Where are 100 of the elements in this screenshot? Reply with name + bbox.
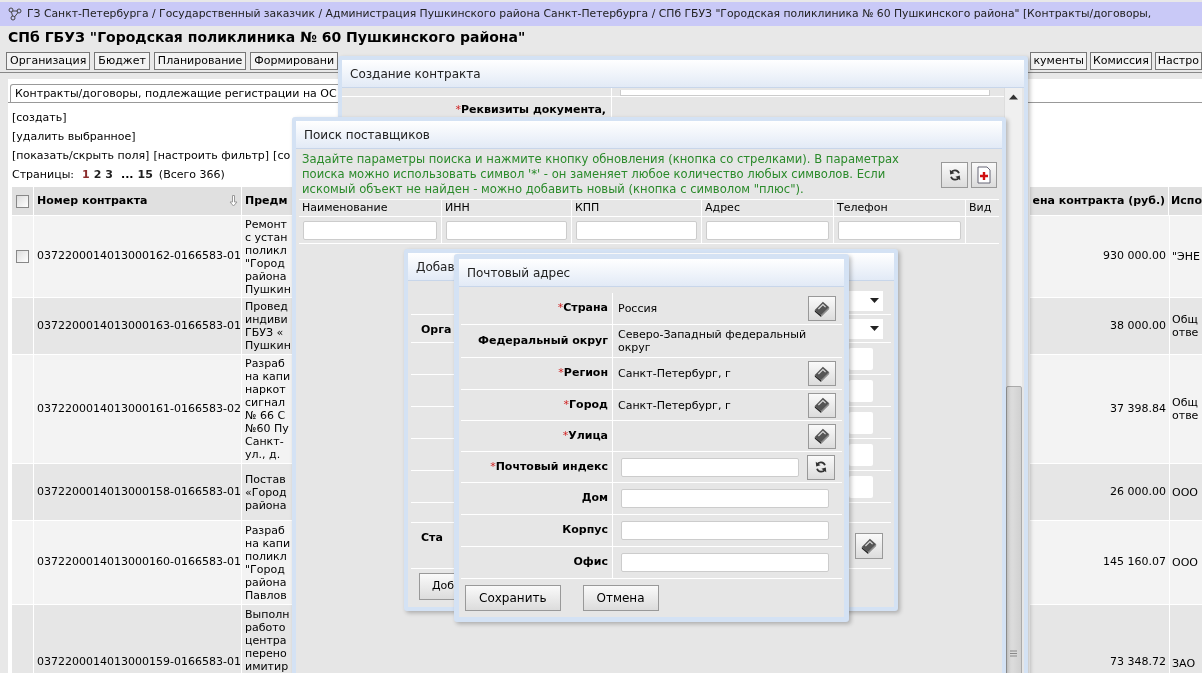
organization-title: СПб ГБУЗ "Городская поликлиника № 60 Пушкинского района" — [8, 27, 526, 47]
input-field[interactable] — [849, 347, 873, 370]
dialog-button[interactable]: Отмена — [582, 585, 659, 611]
input-field[interactable] — [621, 521, 829, 540]
table-cell-text: 38 000.00 — [1110, 317, 1166, 334]
table-cell: Пушкин — [245, 282, 292, 296]
nav-tab[interactable]: Бюджет — [94, 52, 150, 70]
page-link[interactable]: 3 — [105, 165, 113, 184]
table-cell-text: № 66 С — [245, 409, 287, 422]
column-header[interactable]: ена контракта (руб.) — [1032, 192, 1166, 210]
input-field[interactable] — [849, 475, 873, 498]
hint-text: Задайте параметры поиска и нажмите кнопку обновления (кнопка со стрелками). В параметрах поиска можно использовать символ '*' - он заменяет любое количество любых символов. Если искомый объект не найден - можно добавить новый (кнопка с символом "плюс"). — [301, 152, 900, 197]
icon-button[interactable] — [941, 161, 968, 188]
nav-tab[interactable]: Настро — [1154, 52, 1202, 70]
icon-button[interactable] — [808, 392, 836, 418]
icon-button[interactable] — [807, 454, 835, 480]
action-link[interactable]: [настроить фильтр] — [153, 146, 270, 165]
input-field[interactable] — [849, 411, 873, 434]
book-icon — [813, 299, 831, 318]
book-icon — [813, 364, 831, 383]
table-cell-text: отве — [1172, 409, 1200, 422]
table-cell-text: индиви — [245, 313, 289, 326]
dropdown[interactable] — [849, 290, 883, 311]
nav-tab[interactable]: Комиссия — [1089, 52, 1152, 70]
table-cell: 145 160.07 — [1103, 554, 1166, 571]
table-cell: 0372200014013000160-0166583-01 — [37, 554, 241, 571]
checkbox[interactable] — [16, 194, 29, 208]
checkbox[interactable] — [16, 250, 29, 263]
scroll-up-icon[interactable] — [1009, 94, 1018, 100]
action-link[interactable]: [со — [273, 146, 291, 165]
column-header: Наименование — [302, 199, 388, 216]
table-cell: 73 348.72 — [1110, 653, 1166, 670]
dropdown-arrow-icon — [870, 298, 879, 303]
input-field[interactable] — [303, 220, 437, 240]
icon-button[interactable] — [971, 161, 997, 188]
input-field[interactable] — [620, 90, 990, 96]
table-cell-text: сигнал — [245, 396, 286, 409]
icon-button[interactable] — [808, 423, 836, 449]
table-cell-text: "ЭНЕ — [1172, 250, 1201, 263]
input-field[interactable] — [849, 443, 873, 466]
icon-button[interactable] — [808, 361, 836, 386]
icon-button[interactable] — [808, 296, 836, 321]
network-icon — [8, 7, 22, 21]
grip-icon — [1010, 650, 1017, 657]
icon-button[interactable] — [855, 532, 883, 559]
table-cell: Пушкин — [245, 339, 292, 352]
page-link[interactable]: 1 — [82, 165, 90, 184]
sort-arrow-icon[interactable] — [229, 195, 238, 207]
table-cell-text: работо — [245, 621, 287, 634]
field-label: Ста — [421, 531, 443, 544]
table-cell: на капи — [245, 370, 292, 383]
dropdown-arrow-icon — [870, 326, 879, 331]
action-link[interactable]: [создать] — [12, 111, 67, 124]
input-field[interactable] — [446, 220, 567, 240]
action-link[interactable]: [удалить выбранное] — [12, 130, 136, 143]
nav-tab[interactable]: Планирование — [153, 52, 247, 70]
column-header: Телефон — [837, 199, 888, 216]
field-label: Федеральный округ — [478, 332, 608, 349]
table-cell-text: Павлов — [245, 588, 288, 602]
input-field[interactable] — [621, 457, 799, 477]
action-link[interactable]: [показать/скрыть поля] — [12, 146, 150, 165]
input-field[interactable] — [621, 489, 829, 508]
table-cell-text: «Город — [245, 485, 288, 499]
table-cell-text: отве — [1172, 326, 1200, 339]
input-field[interactable] — [838, 220, 961, 240]
table-cell-text: ООО — [1172, 485, 1199, 499]
table-cell-text: района — [245, 575, 288, 589]
book-icon — [813, 396, 831, 414]
input-field[interactable] — [576, 220, 697, 240]
table-cell-text: Общ — [1172, 396, 1199, 409]
breadcrumb-text: ГЗ Санкт-Петербурга / Государственный заказчик / Администрация Пушкинского района Санкт-Петербурга / СПб ГБУЗ "Городская поликлиника № 60 Пушкинского района" [Контракты/договоры, — [27, 5, 1152, 22]
table-cell-text: "Город — [245, 256, 286, 270]
field-value: Северо-Западный федеральный округ — [618, 328, 808, 354]
table-cell-text: Санкт- — [245, 435, 285, 448]
column-header[interactable]: Испо — [1171, 192, 1202, 210]
dialog-button[interactable]: Сохранить — [465, 585, 561, 611]
add-document-icon — [976, 165, 992, 184]
dropdown[interactable] — [849, 318, 883, 339]
table-cell-text: Общ — [1172, 313, 1199, 326]
field-label: Офис — [573, 554, 608, 571]
column-header: ИНН — [445, 199, 470, 216]
table-cell-text: Разраб — [245, 523, 286, 537]
table-cell-text: 26 000.00 — [1110, 483, 1166, 500]
dialog-title: Поиск поставщиков — [304, 126, 430, 144]
column-header[interactable]: Номер контракта — [37, 192, 148, 210]
input-field[interactable] — [849, 379, 873, 402]
column-header: Вид — [969, 199, 992, 216]
input-field[interactable] — [621, 553, 829, 572]
table-cell-text: района — [245, 269, 288, 283]
input-field[interactable] — [706, 220, 829, 240]
page-link[interactable]: 15 — [137, 165, 153, 184]
nav-tab[interactable]: кументы — [1030, 52, 1087, 70]
table-cell-text: с устан — [245, 230, 289, 244]
table-cell: 0372200014013000162-0166583-01 — [37, 248, 241, 265]
nav-tab[interactable]: Формировани — [250, 52, 339, 70]
page-link[interactable]: 2 — [93, 165, 102, 184]
total-count: (Всего 366) — [158, 167, 225, 183]
table-cell-text: поликл — [245, 243, 288, 257]
nav-tab[interactable]: Организация — [6, 52, 91, 70]
column-header[interactable]: Предм — [245, 192, 288, 210]
